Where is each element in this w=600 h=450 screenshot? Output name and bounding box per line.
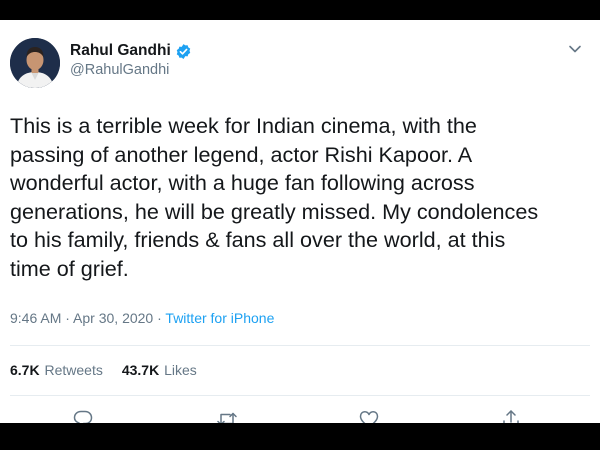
- author-block: Rahul Gandhi @RahulGandhi: [70, 41, 192, 78]
- heart-icon[interactable]: [358, 408, 380, 423]
- likes-label: Likes: [164, 362, 197, 378]
- reply-icon[interactable]: [72, 408, 94, 423]
- retweets-label: Retweets: [44, 362, 103, 378]
- divider: [10, 395, 590, 396]
- tweet-source-link[interactable]: Twitter for iPhone: [165, 310, 274, 326]
- likes-stat[interactable]: 43.7K Likes: [122, 362, 197, 378]
- retweets-stat[interactable]: 6.7K Retweets: [10, 362, 103, 378]
- meta-separator: ·: [153, 310, 166, 326]
- avatar-image: [10, 38, 60, 88]
- tweet-time[interactable]: 9:46 AM: [10, 310, 61, 326]
- likes-count: 43.7K: [121, 362, 160, 378]
- avatar[interactable]: [10, 38, 60, 88]
- tweet-meta: 9:46 AM · Apr 30, 2020 · Twitter for iPh…: [10, 310, 274, 326]
- retweet-icon[interactable]: [216, 408, 238, 423]
- author-name[interactable]: Rahul Gandhi: [70, 42, 171, 60]
- divider: [10, 345, 590, 346]
- meta-separator: ·: [61, 310, 74, 326]
- retweets-count: 6.7K: [10, 362, 40, 378]
- chevron-down-icon[interactable]: [566, 42, 584, 56]
- verified-badge-icon: [175, 43, 192, 60]
- tweet-date[interactable]: Apr 30, 2020: [73, 310, 153, 326]
- tweet-text: This is a terrible week for Indian cinem…: [10, 113, 539, 281]
- author-name-row: Rahul Gandhi: [70, 41, 192, 61]
- author-handle[interactable]: @RahulGandhi: [70, 62, 192, 78]
- tweet-card: Rahul Gandhi @RahulGandhi This is a terr…: [0, 20, 600, 423]
- tweet-stats: 6.7K Retweets 43.7K Likes: [10, 362, 197, 378]
- share-icon[interactable]: [500, 408, 522, 423]
